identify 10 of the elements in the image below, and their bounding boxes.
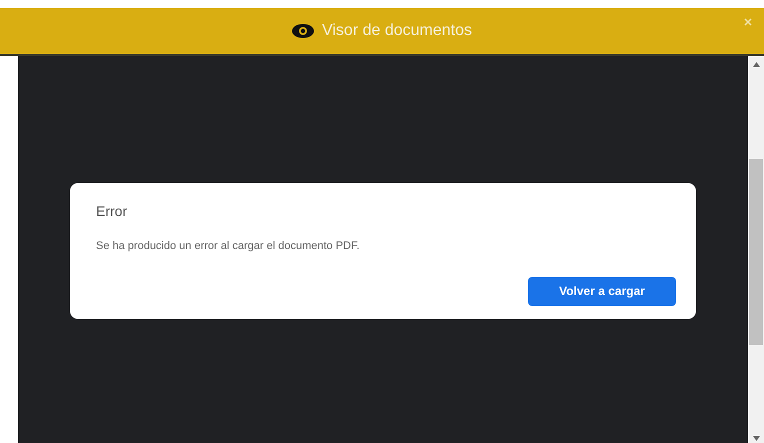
scroll-down-icon[interactable]: [752, 436, 760, 441]
dialog-title: Error: [96, 202, 128, 221]
scrollbar-thumb[interactable]: [749, 159, 763, 345]
scrollbar[interactable]: [748, 56, 764, 443]
close-icon[interactable]: [744, 18, 752, 26]
window-title: Visor de documentos: [322, 21, 472, 41]
dialog-message: Se ha producido un error al cargar el documento PDF.: [96, 239, 361, 254]
scroll-up-icon[interactable]: [752, 62, 760, 67]
eye-icon: [292, 24, 314, 38]
reload-button[interactable]: Volver a cargar: [528, 276, 676, 306]
